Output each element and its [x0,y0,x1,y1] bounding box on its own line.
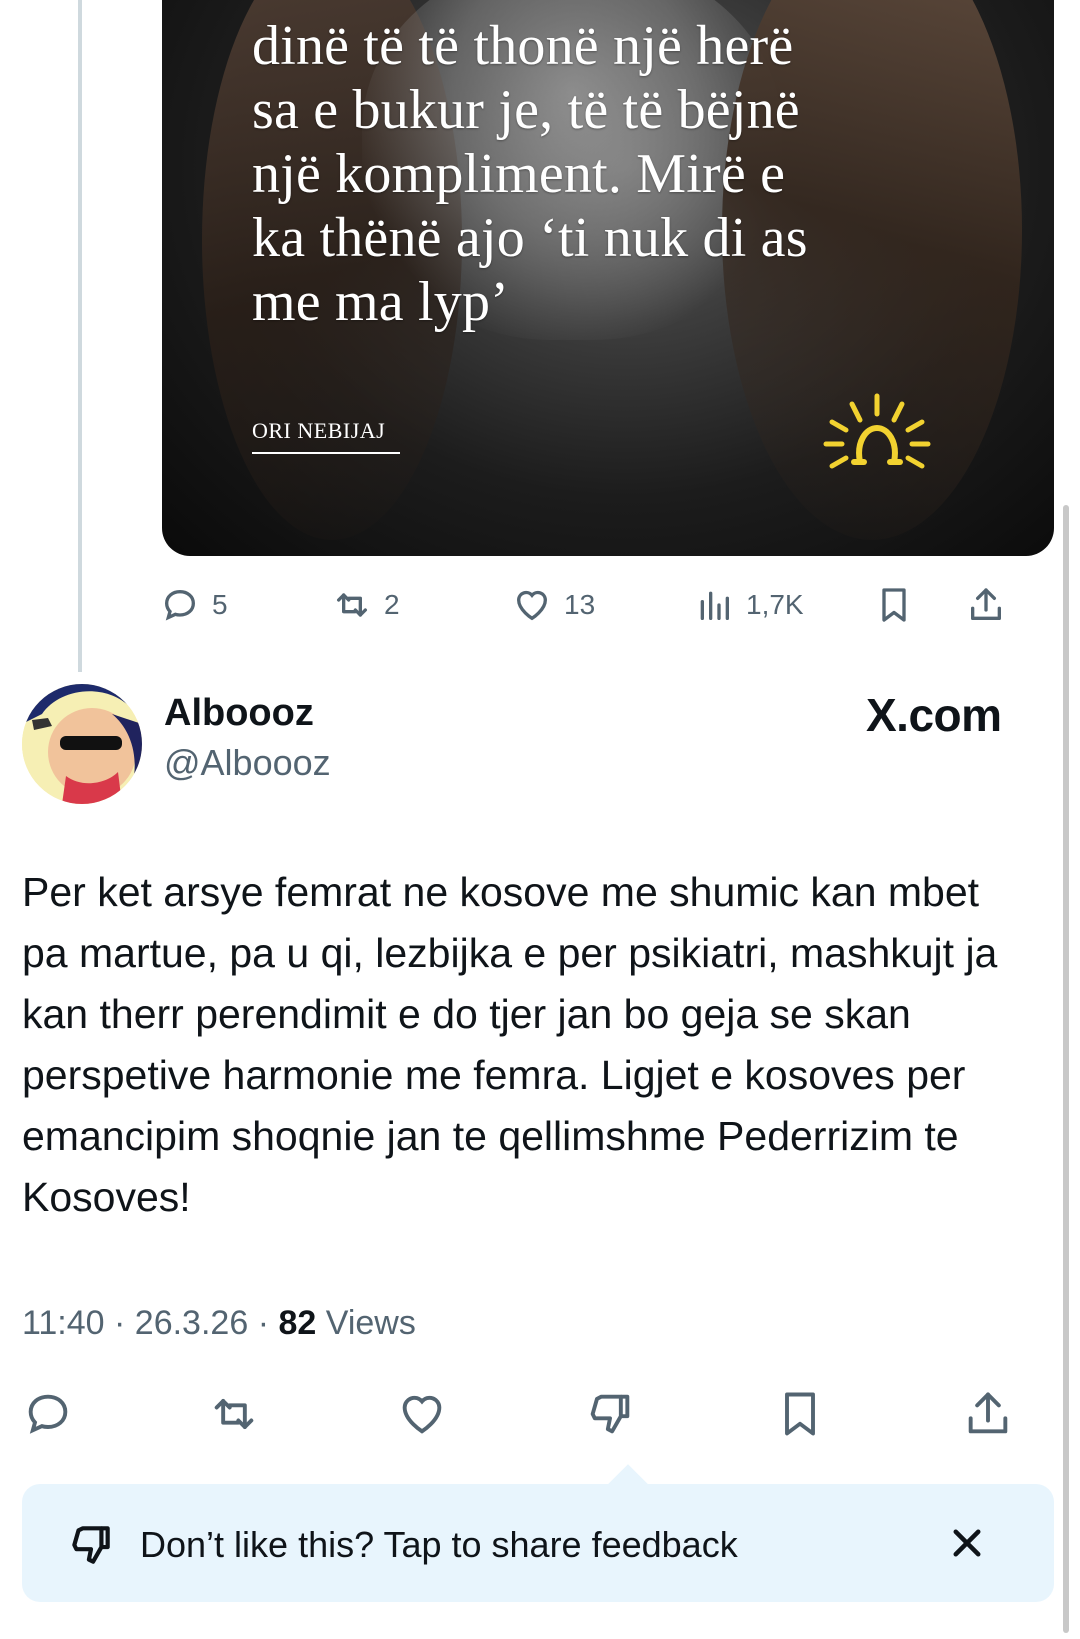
bookmark-button[interactable] [774,1388,826,1440]
bookmark-button[interactable] [874,580,914,630]
close-icon[interactable] [940,1516,994,1570]
display-name[interactable]: Alboooz [164,692,314,735]
post-views-label: Views [325,1304,416,1342]
reply-count: 5 [212,589,228,620]
heart-icon [402,1395,442,1434]
repost-button[interactable]: 2 [332,580,400,630]
analytics-icon [700,591,729,620]
post-time[interactable]: 11:40 [22,1304,105,1342]
repost-icon [337,593,367,617]
image-quote-text: dinë të të thonë një herë sa e bukur je,… [252,14,952,334]
share-icon [968,1392,1008,1434]
user-handle[interactable]: @Alboooz [164,742,331,784]
feedback-text[interactable]: Don’t like this? Tap to share feedback [140,1524,738,1566]
heart-icon [516,590,548,621]
feedback-banner[interactable]: Don’t like this? Tap to share feedback [22,1484,1054,1602]
image-quote-line: ka thënë ajo ‘ti nuk di as [252,207,808,269]
sun-logo-icon [822,392,932,482]
thumbs-down-icon [590,1394,630,1434]
scrollbar[interactable] [1063,505,1069,1633]
dislike-button[interactable] [584,1388,636,1440]
share-icon [971,588,1001,620]
bookmark-icon [785,1392,815,1436]
post-action-bar [22,1388,1062,1442]
reply-button[interactable]: 5 [160,580,228,630]
meta-separator: · [257,1304,270,1342]
thread-connector-line [78,0,82,672]
post-meta: 11:40 · 26.3.26 · 82 Views [22,1304,416,1343]
reply-icon [28,1394,68,1434]
image-byline: ORI NEBIJAJ [252,418,386,443]
repost-icon [214,1399,254,1429]
quoted-post-action-bar: 5 2 13 1,7K [160,580,1060,630]
views-button[interactable]: 1,7K [694,580,804,630]
bookmark-icon [882,588,906,622]
repost-count: 2 [384,589,400,620]
meta-separator: · [114,1304,126,1342]
reply-icon [164,589,196,621]
byline-underline [252,452,400,454]
image-quote-line: sa e bukur je, të të bëjnë [252,79,800,141]
repost-button[interactable] [208,1388,260,1440]
post-views-count: 82 [278,1304,317,1342]
views-count: 1,7K [746,589,804,620]
thumbs-down-icon [66,1520,116,1570]
like-button[interactable]: 13 [512,580,595,630]
x-com-watermark: X.com [866,689,1002,741]
post-text: Per ket arsye femrat ne kosove me shumic… [22,869,998,1220]
post-media-image[interactable]: dinë të të thonë një herë sa e bukur je,… [162,0,1054,556]
like-button[interactable] [396,1388,448,1440]
like-count: 13 [564,589,596,620]
share-button[interactable] [966,580,1006,630]
image-quote-line: një kompliment. Mirë e [252,143,786,205]
avatar[interactable] [22,684,142,804]
image-quote-line: dinë të të thonë një herë [252,15,794,77]
reply-button[interactable] [22,1388,74,1440]
post-date[interactable]: 26.3.26 [135,1304,248,1342]
share-button[interactable] [962,1388,1014,1440]
image-quote-line: me ma lyp’ [252,271,510,333]
